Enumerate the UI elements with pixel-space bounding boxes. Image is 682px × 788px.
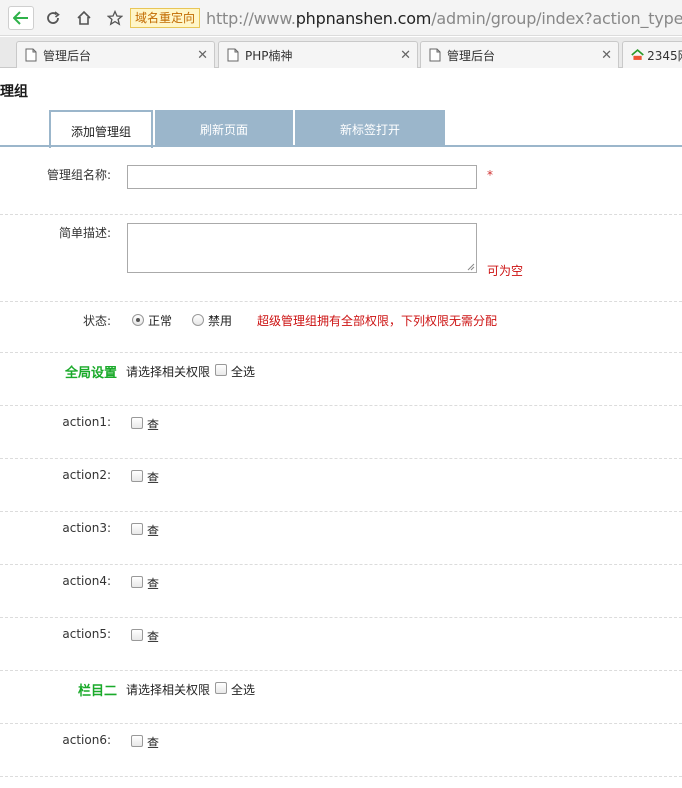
reload-icon — [47, 11, 60, 24]
browser-tab-label: PHP楠神 — [245, 48, 293, 63]
action-row: action1: 查 — [0, 406, 682, 459]
perm-label: 查 — [147, 577, 160, 591]
action-label: action6: — [62, 733, 111, 747]
perm-checkbox[interactable] — [131, 629, 143, 641]
close-icon[interactable]: ✕ — [400, 48, 411, 63]
action-label: action4: — [62, 574, 111, 588]
tab-open-new[interactable]: 新标签打开 — [295, 110, 445, 146]
action-label: action5: — [62, 627, 111, 641]
reload-button[interactable] — [40, 6, 66, 30]
address-bar[interactable]: 域名重定向 http://www.phpnanshen.com/admin/gr… — [130, 6, 682, 30]
name-label: 管理组名称: — [46, 168, 111, 182]
perm-checkbox[interactable] — [131, 417, 143, 429]
star-icon — [107, 10, 123, 26]
form-row-name: 管理组名称: * — [0, 147, 682, 215]
browser-tabstrip: 管理后台 ✕ PHP楠神 ✕ 管理后台 ✕ 2345网 — [0, 37, 682, 68]
select-all-label: 全选 — [231, 365, 256, 379]
url-path: /admin/group/index?action_type=1 — [431, 8, 682, 28]
description-textarea[interactable] — [127, 223, 477, 273]
status-normal-label: 正常 — [148, 314, 173, 328]
browser-toolbar: 域名重定向 http://www.phpnanshen.com/admin/gr… — [0, 0, 682, 36]
group-row-column2: 栏目二 请选择相关权限 全选 — [0, 671, 682, 724]
page-title: 理组 — [0, 84, 28, 100]
home-icon — [77, 10, 91, 25]
status-normal-radio[interactable] — [132, 314, 144, 326]
form-row-desc: 简单描述: 可为空 — [0, 215, 682, 302]
perm-checkbox[interactable] — [131, 470, 143, 482]
browser-tab-4[interactable]: 2345网 — [622, 41, 682, 68]
url-text[interactable]: http://www.phpnanshen.com/admin/group/in… — [206, 9, 682, 28]
house-logo-icon — [631, 48, 644, 60]
browser-tab-label: 管理后台 — [43, 48, 92, 63]
group-prompt: 请选择相关权限 — [126, 683, 211, 697]
back-button[interactable] — [8, 6, 34, 30]
perm-label: 查 — [147, 736, 160, 750]
tab-refresh-page[interactable]: 刷新页面 — [155, 110, 293, 146]
tab-add-group[interactable]: 添加管理组 — [49, 110, 153, 148]
bookmark-button[interactable] — [102, 6, 128, 30]
browser-tab-1[interactable]: 管理后台 ✕ — [16, 41, 215, 68]
perm-checkbox[interactable] — [131, 523, 143, 535]
perm-label: 查 — [147, 471, 160, 485]
desc-hint: 可为空 — [487, 264, 524, 278]
action-row: action5: 查 — [0, 618, 682, 671]
home-button[interactable] — [71, 6, 97, 30]
page-icon — [227, 48, 239, 62]
status-disabled-radio[interactable] — [192, 314, 204, 326]
perm-label: 查 — [147, 524, 160, 538]
status-disabled-label: 禁用 — [208, 314, 233, 328]
select-all-label: 全选 — [231, 683, 256, 697]
perm-label: 查 — [147, 418, 160, 432]
browser-tab-3[interactable]: 管理后台 ✕ — [420, 41, 619, 68]
arrow-left-icon — [13, 11, 28, 25]
action-row: action4: 查 — [0, 565, 682, 618]
status-hint: 超级管理组拥有全部权限，下列权限无需分配 — [257, 314, 498, 328]
form-row-status: 状态: 正常 禁用 超级管理组拥有全部权限，下列权限无需分配 — [0, 302, 682, 353]
action-label: action3: — [62, 521, 111, 535]
page-icon — [25, 48, 37, 62]
group-prompt: 请选择相关权限 — [126, 365, 211, 379]
perm-checkbox[interactable] — [131, 576, 143, 588]
select-all-checkbox[interactable] — [215, 682, 227, 694]
group-row-global: 全局设置 请选择相关权限 全选 — [0, 353, 682, 406]
browser-tab-label: 管理后台 — [447, 48, 496, 63]
status-label: 状态: — [82, 314, 111, 328]
resize-grip-icon[interactable] — [467, 263, 475, 271]
perm-label: 查 — [147, 630, 160, 644]
group-title: 栏目二 — [77, 684, 117, 699]
redirect-badge[interactable]: 域名重定向 — [130, 8, 201, 28]
select-all-checkbox[interactable] — [215, 364, 227, 376]
action-row: action3: 查 — [0, 512, 682, 565]
action-row: action6: 查 — [0, 724, 682, 777]
action-row: action2: 查 — [0, 459, 682, 512]
action-label: action1: — [62, 415, 111, 429]
url-prefix: http://www. — [206, 8, 296, 28]
browser-tab-label: 2345网 — [647, 48, 682, 63]
close-icon[interactable]: ✕ — [601, 48, 612, 63]
url-host: phpnanshen.com — [295, 8, 432, 28]
desc-label: 简单描述: — [58, 226, 111, 240]
group-title: 全局设置 — [64, 366, 117, 381]
perm-checkbox[interactable] — [131, 735, 143, 747]
group-name-input[interactable] — [127, 165, 477, 189]
action-label: action2: — [62, 468, 111, 482]
browser-tab-2[interactable]: PHP楠神 ✕ — [218, 41, 418, 68]
page-icon — [429, 48, 441, 62]
close-icon[interactable]: ✕ — [197, 48, 208, 63]
required-mark: * — [487, 168, 493, 182]
